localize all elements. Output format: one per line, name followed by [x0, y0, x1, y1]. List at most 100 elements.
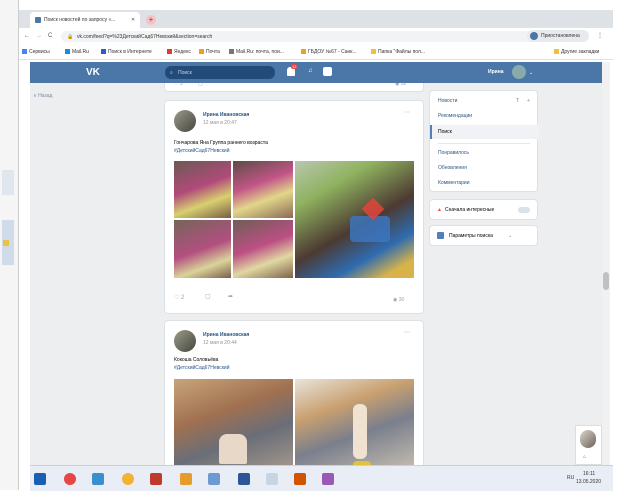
menu-updates[interactable]: Обновления	[438, 165, 467, 171]
post-photo[interactable]	[233, 161, 293, 218]
app-icon[interactable]	[150, 473, 162, 485]
author-avatar[interactable]	[174, 330, 196, 352]
menu-comments[interactable]: Комментарии	[438, 180, 470, 186]
fire-icon: ▲	[437, 207, 442, 213]
like-button[interactable]: ♡ 2	[174, 295, 184, 302]
back-link[interactable]: ∧ Назад	[33, 93, 52, 99]
filter-icon[interactable]: T	[516, 98, 519, 104]
post-author[interactable]: Ирина Ивановская	[203, 112, 249, 118]
opera-icon[interactable]	[64, 473, 76, 485]
post-text: Гончарова Яна Группа раннего возраста	[174, 140, 268, 146]
more-icon[interactable]: ⋯	[404, 330, 410, 337]
menu-search-active[interactable]: Поиск	[430, 125, 539, 139]
bookmark-item[interactable]: Mail.Ru	[65, 49, 89, 55]
folder-icon	[554, 49, 559, 55]
post-photo[interactable]	[295, 379, 414, 465]
page-icon	[229, 49, 234, 55]
menu-search: Поиск	[438, 129, 452, 135]
profile-button[interactable]: Приостановлена	[527, 30, 589, 42]
post-photo[interactable]	[174, 379, 293, 465]
app-icon[interactable]	[322, 473, 334, 485]
like-icon[interactable]: ♡ 3	[174, 83, 183, 87]
bookmark-item[interactable]: Сервисы	[22, 49, 50, 55]
menu-recommendations[interactable]: Рекомендации	[438, 113, 472, 119]
app-icon[interactable]	[180, 473, 192, 485]
language-indicator[interactable]: RU	[567, 475, 574, 481]
post-photo[interactable]	[233, 220, 293, 278]
author-avatar[interactable]	[174, 110, 196, 132]
chevron-down-icon[interactable]: ⌄	[529, 70, 533, 76]
start-icon[interactable]	[34, 473, 46, 485]
word-icon[interactable]	[238, 473, 250, 485]
profile-label: Приостановлена	[541, 33, 580, 39]
post-photo[interactable]	[174, 161, 231, 218]
close-tab-icon[interactable]: ✕	[131, 17, 135, 23]
avatar-icon	[530, 32, 538, 40]
mail-icon	[199, 49, 204, 55]
post-author[interactable]: Ирина Ивановская	[203, 332, 249, 338]
notifications-badge: 12	[291, 64, 298, 69]
chrome-icon[interactable]	[122, 473, 134, 485]
views-count: ◉ 32	[395, 83, 407, 87]
address-bar[interactable]: 🔒 vk.com/feed?q=%23ДетскийСад67Невский&s…	[61, 31, 541, 42]
music-icon[interactable]: ♫	[308, 68, 313, 75]
sort-toggle[interactable]: ▲ Сначала интересные	[430, 200, 537, 219]
app-icon[interactable]	[92, 473, 104, 485]
comment-icon[interactable]: ▢	[205, 294, 211, 301]
forward-icon[interactable]: →	[36, 33, 42, 40]
post: Ирина Ивановская 12 мая в 20:47 ⋯ Гончар…	[165, 101, 423, 313]
share-icon[interactable]: ➦	[228, 294, 233, 301]
clock-date[interactable]: 13.05.2020	[576, 479, 601, 485]
background-window-strip	[0, 0, 19, 490]
bookmark-item[interactable]: Mail.Ru: почта, пои...	[229, 49, 284, 55]
comment-icon[interactable]: ▢	[198, 83, 203, 87]
bookmark-item[interactable]: Поиск в Интернете	[101, 49, 152, 55]
bookmark-item[interactable]: ГБДОУ №67 - Санк...	[301, 49, 357, 55]
vk-logo[interactable]: VK	[86, 67, 100, 78]
scrollbar[interactable]	[602, 62, 610, 465]
bookmark-item[interactable]: Почта	[199, 49, 220, 55]
search-icon	[101, 49, 106, 55]
vk-search-input[interactable]: ⌕ Поиск	[165, 66, 275, 79]
post: Ирина Ивановская 12 мая в 20:44 ⋯ Кокоша…	[165, 321, 423, 465]
vk-page: ∧ Назад ♡ 3 ▢ ◉ 32 Ирина Ивановская 12 м…	[30, 83, 602, 465]
menu-dots-icon[interactable]: ⋮	[597, 33, 603, 40]
post-photo[interactable]	[295, 161, 414, 278]
add-icon[interactable]: +	[527, 98, 530, 104]
post-text: Кокоша Соловьёва	[174, 357, 219, 363]
school-icon	[301, 49, 306, 55]
scrollbar-thumb[interactable]	[603, 272, 609, 290]
chat-widget[interactable]: ⌂	[575, 425, 602, 465]
menu-news[interactable]: Новости	[438, 98, 457, 104]
post-date[interactable]: 12 мая в 20:47	[203, 120, 237, 126]
post-date[interactable]: 12 мая в 20:44	[203, 340, 237, 346]
search-params-label: Параметры поиска	[449, 233, 493, 239]
back-icon[interactable]: ←	[24, 33, 30, 40]
browser-tab[interactable]: Поиск новостей по запросу «... ✕	[30, 12, 140, 28]
more-icon[interactable]: ⋯	[404, 110, 410, 117]
search-params[interactable]: Параметры поиска ⌄	[430, 226, 537, 245]
photo-child	[219, 434, 247, 464]
play-icon[interactable]	[323, 67, 332, 76]
tab-title: Поиск новостей по запросу «...	[44, 17, 116, 23]
post-hashtag[interactable]: #ДетскийСад67Невский	[174, 148, 229, 154]
reload-icon[interactable]: C	[48, 33, 52, 40]
new-tab-button[interactable]: +	[146, 15, 156, 25]
yandex-icon	[167, 49, 172, 55]
app-icon[interactable]	[266, 473, 278, 485]
feed-menu: Новости T + Рекомендации Поиск Понравило…	[430, 91, 539, 191]
taskbar: RU 16:11 13.05.2020	[30, 465, 613, 491]
folder-icon	[3, 240, 9, 246]
app-icon[interactable]	[208, 473, 220, 485]
menu-liked[interactable]: Понравилось	[438, 150, 469, 156]
bookmark-item[interactable]: Папка "Файлы пол...	[371, 49, 425, 55]
toggle-switch[interactable]	[518, 207, 530, 213]
user-avatar[interactable]	[512, 65, 526, 79]
post-hashtag[interactable]: #ДетскийСад67Невский	[174, 365, 229, 371]
bookmark-item[interactable]: Другие закладки	[554, 49, 599, 55]
clock-time[interactable]: 16:11	[583, 471, 595, 477]
bookmark-item[interactable]: Яндекс	[167, 49, 191, 55]
post-photo[interactable]	[174, 220, 231, 278]
vk-header: VK ⌕ Поиск 12 ♫ Ирина ⌄	[30, 62, 602, 83]
app-icon[interactable]	[294, 473, 306, 485]
